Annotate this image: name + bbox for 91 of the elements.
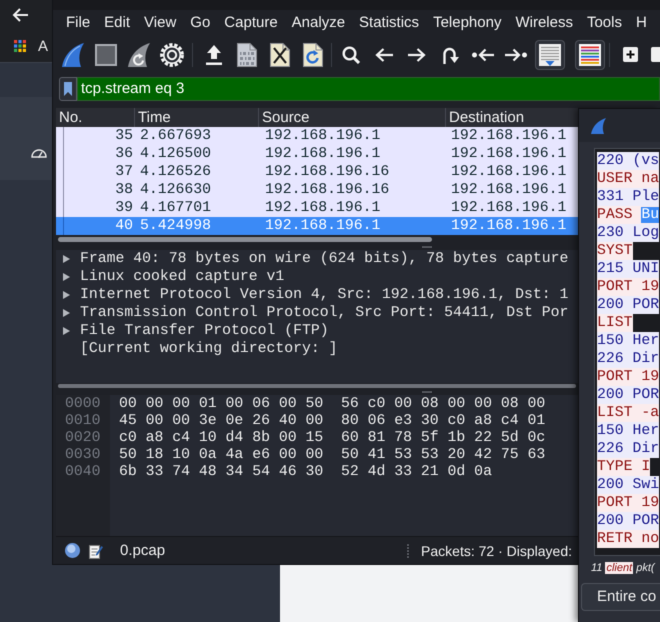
stop-square-icon[interactable] (94, 44, 116, 66)
upload-arrow-icon[interactable] (206, 44, 222, 64)
notepad-pencil-icon[interactable] (89, 542, 103, 558)
column-header[interactable]: Source (259, 108, 446, 127)
stream-dropdown[interactable]: Entire co (581, 583, 660, 611)
table-cell-text: 5.424998 (139, 217, 212, 235)
tree-item[interactable]: Linux cooked capture v1 (56, 268, 284, 286)
table-cell-text: 192.168.196.1 (450, 217, 568, 235)
byte-offset: 0020 (65, 430, 101, 447)
tree-item[interactable]: File Transfer Protocol (FTP) (56, 322, 329, 340)
binary-file-icon[interactable] (236, 42, 256, 66)
table-cell-text: 192.168.196.1 (450, 127, 568, 145)
filter-bookmark-button[interactable] (59, 77, 77, 101)
table-cell-text: 192.168.196.1 (450, 181, 568, 199)
table-cell-text: 192.168.196.1 (264, 145, 382, 163)
tree-item[interactable]: Frame 40: 78 bytes on wire (624 bits), 78 bytes capture (56, 250, 568, 268)
table-cell: 40 (63, 217, 135, 235)
byte-offset: 0040 (65, 464, 101, 481)
packet-counts: Packets: 72 · Displayed: (421, 542, 572, 558)
back-arrow-icon[interactable] (12, 8, 28, 22)
menu-item[interactable]: Tools (580, 13, 629, 33)
expand-arrow-icon[interactable] (63, 273, 70, 281)
table-cell-text: 2.667693 (139, 127, 212, 145)
table-cell-text: 192.168.196.16 (264, 163, 390, 181)
stream-summary: 11 client pkt( (591, 561, 655, 576)
expand-arrow-icon[interactable] (63, 309, 70, 317)
byte-offset: 0000 (65, 396, 101, 413)
table-cell-text: 192.168.196.1 (264, 217, 382, 235)
menu-item[interactable]: Edit (97, 13, 138, 33)
document-reload-icon[interactable] (302, 42, 322, 66)
table-cell-text: 192.168.196.1 (450, 199, 568, 217)
packet-row[interactable]: 38 4.126630 192.168.196.16 192.168.196.1 (56, 181, 578, 199)
curved-arrow-icon[interactable] (440, 46, 458, 64)
table-cell-text: 192.168.196.1 (264, 127, 382, 145)
byte-offset: 0030 (65, 447, 101, 464)
hex-bytes: 00 00 00 01 00 06 00 50 56 c0 00 08 00 00 08 00 (119, 396, 546, 413)
display-filter-field[interactable]: tcp.stream eq 3 (77, 77, 660, 101)
expand-arrow-icon[interactable] (63, 327, 70, 335)
menu-item[interactable]: File (59, 13, 98, 33)
settings-icon[interactable] (160, 42, 184, 66)
packet-row[interactable]: 35 2.667693 192.168.196.1 192.168.196.1 (56, 127, 578, 145)
fin-refresh-icon[interactable] (128, 42, 150, 66)
packet-row[interactable]: 37 4.126526 192.168.196.16 192.168.196.1 (56, 163, 578, 181)
table-cell-text: 4.126526 (139, 163, 212, 181)
arrow-left-icon[interactable] (374, 48, 392, 62)
menu-item[interactable]: Telephony (426, 13, 508, 33)
tree-item[interactable]: Transmission Control Protocol, Src Port: 54411, Dst Por (56, 304, 568, 322)
hex-bytes: 50 18 10 0a 4a e6 00 00 50 41 53 53 20 42 75 63 (119, 447, 546, 464)
menu-item[interactable]: View (137, 13, 184, 33)
dot-left-arrow-icon[interactable] (472, 48, 494, 62)
shark-fin-icon[interactable] (62, 42, 84, 66)
packet-row[interactable]: 36 4.126500 192.168.196.1 192.168.196.1 (56, 145, 578, 163)
byte-offset: 0010 (65, 413, 101, 430)
column-header[interactable]: Destination (446, 108, 578, 127)
plus-square-icon[interactable] (623, 47, 638, 62)
hex-bytes: 6b 33 74 48 34 54 46 30 52 4d 33 21 0d 0a (119, 464, 492, 481)
arrow-right-icon[interactable] (408, 48, 426, 62)
expand-arrow-icon[interactable] (63, 291, 70, 299)
search-icon[interactable] (342, 46, 360, 64)
splitter-grip-icon[interactable] (407, 544, 410, 558)
menu-item[interactable]: Wireless (508, 13, 580, 33)
file-name: 0.pcap (120, 542, 166, 559)
table-cell-text: 4.126630 (139, 181, 212, 199)
hex-bytes: 45 00 00 3e 0e 26 40 00 80 06 e3 30 c0 a8 c4 01 (119, 413, 546, 430)
menu-item[interactable]: Capture (217, 13, 285, 33)
menu-item[interactable]: Analyze (284, 13, 352, 33)
apps-grid-icon[interactable] (14, 40, 26, 52)
table-cell-text: 192.168.196.16 (264, 181, 390, 199)
column-header[interactable]: No. (56, 108, 135, 127)
tree-item[interactable]: [Current working directory: ] (56, 340, 338, 358)
column-header[interactable]: Time (135, 108, 259, 127)
document-x-icon[interactable] (270, 42, 290, 66)
menu-item[interactable]: Go (183, 13, 218, 33)
status-dot-icon[interactable] (65, 543, 80, 558)
right-arrow-dot-icon[interactable] (504, 48, 526, 62)
packet-row[interactable]: 39 4.167701 192.168.196.1 192.168.196.1 (56, 199, 578, 217)
menu-item[interactable]: Statistics (352, 13, 426, 33)
expand-arrow-icon[interactable] (63, 255, 70, 263)
shark-fin-icon[interactable] (591, 118, 606, 134)
hex-bytes: c0 a8 c4 10 d4 8b 00 15 60 81 78 5f 1b 22 5d 0c (119, 430, 546, 447)
scrollbar-thumb[interactable] (58, 236, 432, 242)
table-cell-text: 192.168.196.1 (264, 199, 382, 217)
table-cell-text: 192.168.196.1 (450, 163, 568, 181)
bookmark-link[interactable]: A (38, 38, 48, 54)
menu-item[interactable]: H (629, 13, 654, 33)
tree-item[interactable]: Internet Protocol Version 4, Src: 192.168.196.1, Dst: 1 (56, 286, 568, 304)
table-cell-text: 192.168.196.1 (450, 145, 568, 163)
table-cell-text: 4.126500 (139, 145, 212, 163)
scrollbar-thumb[interactable] (58, 384, 576, 388)
bookmark-icon[interactable] (64, 82, 72, 96)
table-cell-text: 4.167701 (139, 199, 212, 217)
